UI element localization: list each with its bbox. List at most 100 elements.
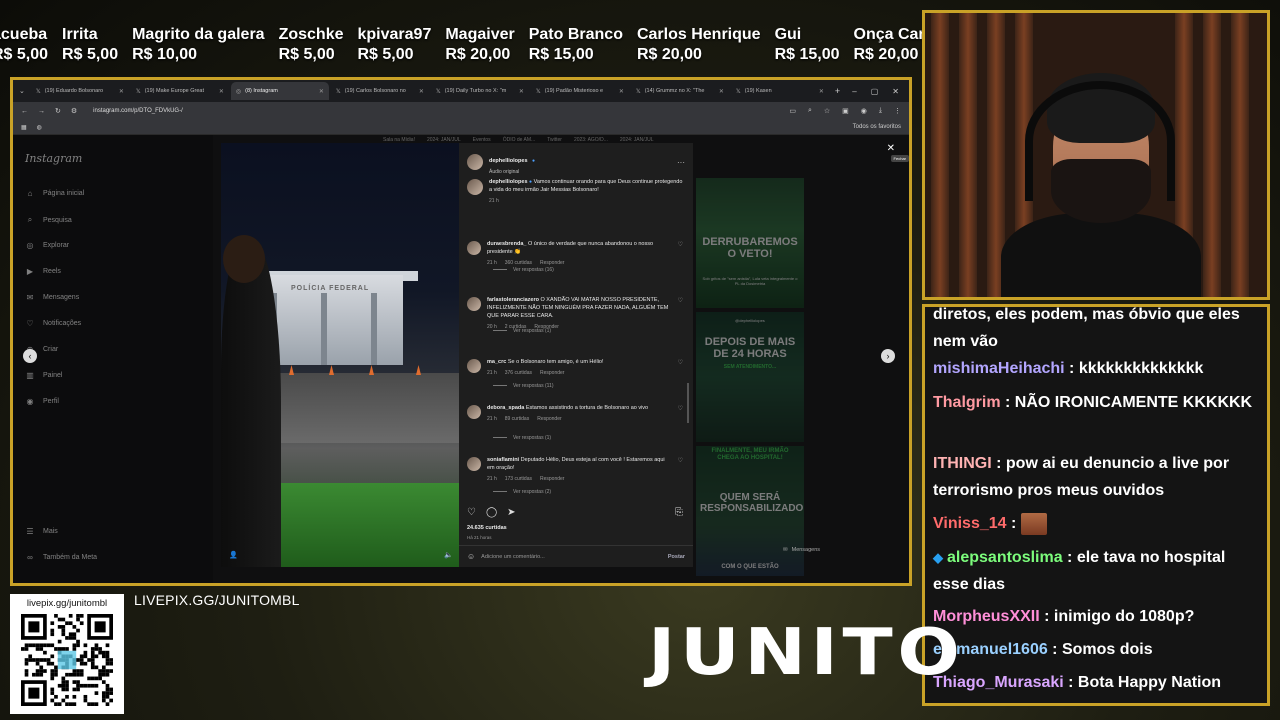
reply-button[interactable]: Responder	[540, 370, 564, 376]
close-tab-icon[interactable]: ✕	[219, 88, 224, 95]
browser-tab[interactable]: 𝕏 (19) Kasen ✕	[731, 82, 829, 100]
commenter-name[interactable]: duraesbrenda_	[487, 241, 526, 247]
close-tab-icon[interactable]: ✕	[719, 88, 724, 95]
share-icon[interactable]: ➤	[507, 507, 515, 518]
comment-likes[interactable]: 173 curtidas	[505, 476, 532, 482]
browser-tab[interactable]: 𝕏 (14) Grummz no X: "The ✕	[631, 82, 729, 100]
browser-tab[interactable]: ◎ (8) Instagram ✕	[230, 82, 329, 100]
author-avatar[interactable]	[467, 154, 483, 170]
browser-tab[interactable]: 𝕏 (19) Padão Misterioso e ✕	[531, 82, 629, 100]
save-icon[interactable]: ⎘	[675, 507, 683, 518]
close-tab-icon[interactable]: ✕	[819, 88, 824, 95]
nav-item[interactable]: ◉ Perfil	[25, 397, 59, 406]
close-tab-icon[interactable]: ✕	[419, 88, 424, 95]
browser-tab[interactable]: 𝕏 (19) Eduardo Bolsonaro ✕	[31, 82, 129, 100]
view-replies-link[interactable]: Ver respostas (1)	[493, 435, 551, 441]
commenter-name[interactable]: soniaflamini	[487, 457, 519, 463]
close-tab-icon[interactable]: ✕	[119, 88, 124, 95]
reply-button[interactable]: Responder	[540, 476, 564, 482]
browser-tab[interactable]: 𝕏 (19) Carlos Bolsonaro no ✕	[331, 82, 429, 100]
zoom-icon[interactable]: ⌕	[808, 107, 812, 115]
commenter-name[interactable]: farlastoleranciazero	[487, 297, 539, 303]
nav-item[interactable]: ⌂ Página inicial	[25, 189, 85, 198]
close-tab-icon[interactable]: ✕	[519, 88, 524, 95]
comment-like-icon[interactable]: ♡	[678, 359, 683, 376]
close-modal-icon[interactable]: ✕	[887, 143, 895, 154]
reply-button[interactable]: Responder	[540, 260, 564, 266]
close-tab-icon[interactable]: ✕	[319, 88, 324, 95]
audio-label[interactable]: Áudio original	[489, 169, 535, 175]
view-replies-link[interactable]: Ver respostas (1)	[493, 328, 551, 334]
apps-icon[interactable]: ▦	[21, 124, 27, 131]
likes-count[interactable]: 24.635 curtidas	[467, 525, 507, 531]
site-info-icon[interactable]: ⚙	[71, 107, 77, 115]
comment-like-icon[interactable]: ♡	[678, 405, 683, 422]
download-icon[interactable]: ⤓	[879, 107, 882, 115]
background-post-1[interactable]: DERRUBAREMOS O VETO! Sob gritos de "sem …	[696, 178, 804, 308]
next-post-button[interactable]: ›	[881, 349, 895, 363]
background-post-2[interactable]: @dephelliolopes DEPOIS DE MAIS DE 24 HOR…	[696, 312, 804, 442]
close-tab-icon[interactable]: ✕	[619, 88, 624, 95]
comment-like-icon[interactable]: ♡	[678, 457, 683, 482]
commenter-avatar[interactable]	[467, 359, 481, 373]
nav-item[interactable]: ✉ Mensagens	[25, 293, 80, 302]
all-bookmarks-link[interactable]: Todos os favoritos	[853, 124, 901, 130]
chat-username[interactable]: Viniss_14	[933, 515, 1007, 532]
commenter-avatar[interactable]	[467, 241, 481, 255]
chat-username[interactable]: Thalgrim	[933, 394, 1001, 411]
back-icon[interactable]: ←	[21, 108, 28, 115]
minimize-icon[interactable]: –	[852, 87, 856, 96]
bookmark-star-icon[interactable]: ☆	[824, 107, 830, 115]
profile-icon[interactable]: ◉	[861, 107, 867, 115]
view-replies-link[interactable]: Ver respostas (11)	[493, 383, 553, 389]
comment-likes[interactable]: 376 curtidas	[505, 370, 532, 376]
commenter-avatar[interactable]	[467, 297, 481, 311]
comment-likes[interactable]: 89 curtidas	[505, 416, 529, 422]
post-video[interactable]: POLÍCIA FEDERAL 👤 🔈	[221, 143, 459, 567]
background-post-3[interactable]: FINALMENTE, MEU IRMÃO CHEGA AO HOSPITAL!…	[696, 446, 804, 576]
comment-like-icon[interactable]: ♡	[678, 241, 683, 266]
maximize-icon[interactable]: ▢	[871, 87, 879, 96]
comment-icon[interactable]: ◯	[486, 507, 497, 518]
extensions-icon[interactable]: ▣	[842, 107, 849, 115]
reply-button[interactable]: Responder	[537, 416, 561, 422]
volume-icon[interactable]: 🔈	[444, 551, 453, 559]
view-replies-link[interactable]: Ver respostas (2)	[493, 489, 551, 495]
comment-likes[interactable]: 360 curtidas	[505, 260, 532, 266]
tab-search-icon[interactable]: ⌄	[19, 87, 25, 95]
commenter-avatar[interactable]	[467, 457, 481, 471]
chat-username[interactable]: ITHINGI	[933, 455, 992, 472]
reload-icon[interactable]: ↻	[55, 107, 61, 115]
chat-username[interactable]: mishimaHeihachi	[933, 360, 1065, 377]
more-options-icon[interactable]: ···	[677, 158, 685, 167]
comments-scrollbar[interactable]	[687, 383, 689, 423]
user-tag-icon[interactable]: 👤	[229, 551, 238, 559]
globe-icon[interactable]: ◍	[37, 124, 42, 131]
post-comment-button[interactable]: Postar	[668, 554, 685, 560]
author-name[interactable]: dephelliolopes	[489, 158, 528, 164]
like-icon[interactable]: ♡	[467, 507, 476, 518]
nav-item[interactable]: ▥ Painel	[25, 371, 62, 380]
nav-item[interactable]: ∞ Também da Meta	[25, 553, 97, 562]
forward-icon[interactable]: →	[38, 108, 45, 115]
author-avatar[interactable]	[467, 179, 483, 195]
view-replies-link[interactable]: Ver respostas (16)	[493, 267, 554, 273]
nav-item[interactable]: ◎ Explorar	[25, 241, 70, 250]
close-window-icon[interactable]: ✕	[892, 87, 899, 96]
browser-tab[interactable]: 𝕏 (19) Make Europe Great ✕	[131, 82, 229, 100]
commenter-avatar[interactable]	[467, 405, 481, 419]
chat-username[interactable]: alepsantoslima	[947, 549, 1063, 566]
comment-like-icon[interactable]: ♡	[678, 297, 683, 330]
messages-pill[interactable]: ✉ Mensagens	[783, 547, 820, 553]
nav-item[interactable]: ⌕ Pesquisa	[25, 215, 72, 225]
menu-icon[interactable]: ⋮	[894, 107, 901, 115]
comment-input[interactable]	[481, 553, 642, 560]
url-field[interactable]: instagram.com/p/DTO_FDVkUG-/	[93, 108, 183, 114]
emoji-icon[interactable]: ☺	[467, 552, 475, 561]
nav-item[interactable]: ▶ Reels	[25, 267, 61, 276]
previous-post-button[interactable]: ‹	[23, 349, 37, 363]
caption-user[interactable]: dephelliolopes	[489, 179, 528, 185]
commenter-name[interactable]: debora_spada	[487, 405, 524, 411]
nav-item[interactable]: ☰ Mais	[25, 527, 57, 536]
browser-tab[interactable]: 𝕏 (19) Daily Turbo no X: "m ✕	[431, 82, 529, 100]
